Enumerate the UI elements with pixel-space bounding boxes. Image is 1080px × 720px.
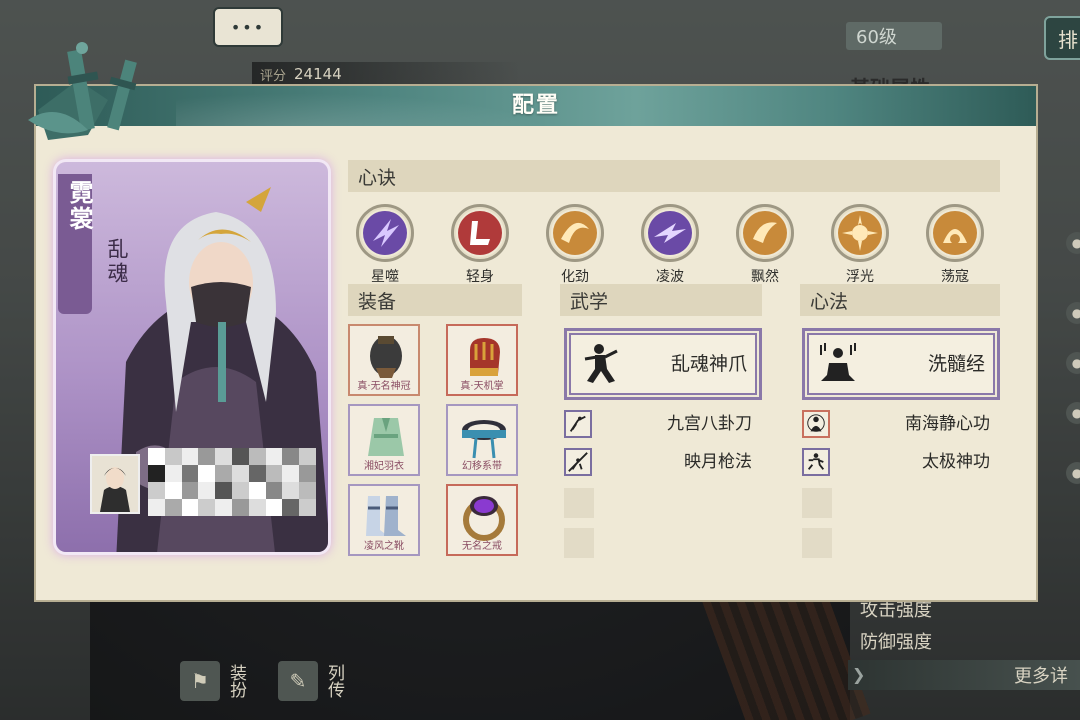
xinjue-skill-dangkou[interactable]: 荡寇 [919,204,991,286]
config-dialog: 配置 霓裳 乱魂 心诀 装备 武学 心法 星噬 轻身 化劲 凌波 飘然 浮光 荡… [28,42,1036,600]
section-xinfa-header: 心法 [800,284,1000,316]
section-equipment-header: 装备 [348,284,522,316]
wuxue-sub-skill[interactable]: 九宫八卦刀 [564,408,752,440]
floating-light-icon [831,204,889,262]
light-body-icon [451,204,509,262]
ring-icon [463,496,505,541]
float-icon [736,204,794,262]
blade-figure-icon [564,410,592,438]
helmet-icon [370,336,402,378]
rank-button[interactable]: 排 [1044,16,1080,60]
boots-icon [366,496,406,536]
xinfa-sub-label: 太极神功 [922,452,990,472]
chevron-right-icon: ❯ [852,665,866,684]
equip-name: 湘妃羽衣 [364,461,404,472]
equip-name: 真·天机掌 [460,381,504,392]
xinjue-skill-qingshen[interactable]: 轻身 [444,204,516,286]
player-name-redacted [148,448,316,516]
equip-name: 凌风之靴 [364,541,404,552]
taichi-figure-icon [802,448,830,476]
spear-figure-icon [564,448,592,476]
skill-label: 轻身 [466,269,494,285]
skill-label: 凌波 [656,269,684,285]
tab-biography-label: 列传 [324,664,344,698]
xinjue-skill-piaoran[interactable]: 飘然 [729,204,801,286]
sweep-bandits-icon [926,204,984,262]
score-label: 评分 [260,68,287,84]
robe-icon [368,418,404,456]
xinfa-sub-skill[interactable]: 太极神功 [802,446,990,478]
equip-name: 真·无名神冠 [357,381,411,392]
martial-figure-icon [584,344,618,383]
xinfa-sub-label: 南海静心功 [905,414,990,434]
section-wuxue-header: 武学 [560,284,762,316]
skill-label: 飘然 [751,269,779,285]
tab-outfit-label: 装扮 [226,664,246,698]
biography-icon: ✎ [278,661,318,701]
equip-slot-ring[interactable]: 无名之戒 [446,484,518,556]
skill-label: 星噬 [371,269,399,285]
score-bar: 评分 24144 [252,62,520,86]
skill-label: 荡寇 [941,269,969,285]
gauntlet-icon [470,338,500,376]
belt-icon [462,420,506,459]
equip-name: 幻移系带 [462,461,502,472]
wuxue-main-label: 乱魂神爪 [670,353,747,375]
dialog-title: 配置 [511,93,560,118]
dissolve-force-icon [546,204,604,262]
player-avatar [90,454,140,514]
stat-defense-label: 防御强度 [860,632,932,653]
more-details-button[interactable]: ❯ 更多详 [848,660,1080,690]
wuxue-main-skill[interactable]: 乱魂神爪 [564,328,762,400]
score-value: 24144 [294,65,342,83]
xinjue-skill-huajin[interactable]: 化劲 [539,204,611,286]
wave-step-icon [641,204,699,262]
skill-label: 化劲 [561,269,589,285]
wuxue-empty-slot[interactable] [564,528,594,558]
character-name: 霓裳 [65,180,93,232]
chat-bubble-button[interactable]: ••• [213,7,283,47]
tab-outfit[interactable]: ⚑ 装扮 [180,656,246,706]
xinfa-empty-slot[interactable] [802,528,832,558]
xinjue-skill-xingshi[interactable]: 星噬 [349,204,421,286]
wuxue-sub-skill[interactable]: 映月枪法 [564,446,752,478]
xinfa-main-skill[interactable]: 洗髓经 [802,328,1000,400]
xinjue-skill-fuguang[interactable]: 浮光 [824,204,896,286]
wuxue-sub-label: 九宫八卦刀 [667,414,752,434]
equip-slot-gloves[interactable]: 真·天机掌 [446,324,518,396]
xinfa-main-label: 洗髓经 [927,353,985,375]
star-devour-icon [356,204,414,262]
equip-slot-boots[interactable]: 凌风之靴 [348,484,420,556]
equip-name: 无名之戒 [462,541,502,552]
wuxue-sub-label: 映月枪法 [684,452,752,472]
xinfa-sub-skill[interactable]: 南海静心功 [802,408,990,440]
level-badge: 60级 [846,22,942,50]
outfit-icon: ⚑ [180,661,220,701]
xinfa-empty-slot[interactable] [802,488,832,518]
skill-label: 浮光 [846,269,874,285]
equip-slot-helmet[interactable]: 真·无名神冠 [348,324,420,396]
character-card[interactable]: 霓裳 乱魂 [56,162,328,552]
section-xinjue-header: 心诀 [348,160,1000,192]
buddha-icon [802,410,830,438]
sword-decoration-icon [28,42,137,140]
xinjue-skill-lingbo[interactable]: 凌波 [634,204,706,286]
wuxue-empty-slot[interactable] [564,488,594,518]
equip-slot-armor[interactable]: 湘妃羽衣 [348,404,420,476]
equip-slot-belt[interactable]: 幻移系带 [446,404,518,476]
meditation-figure-icon [820,343,856,381]
tab-biography[interactable]: ✎ 列传 [278,656,344,706]
